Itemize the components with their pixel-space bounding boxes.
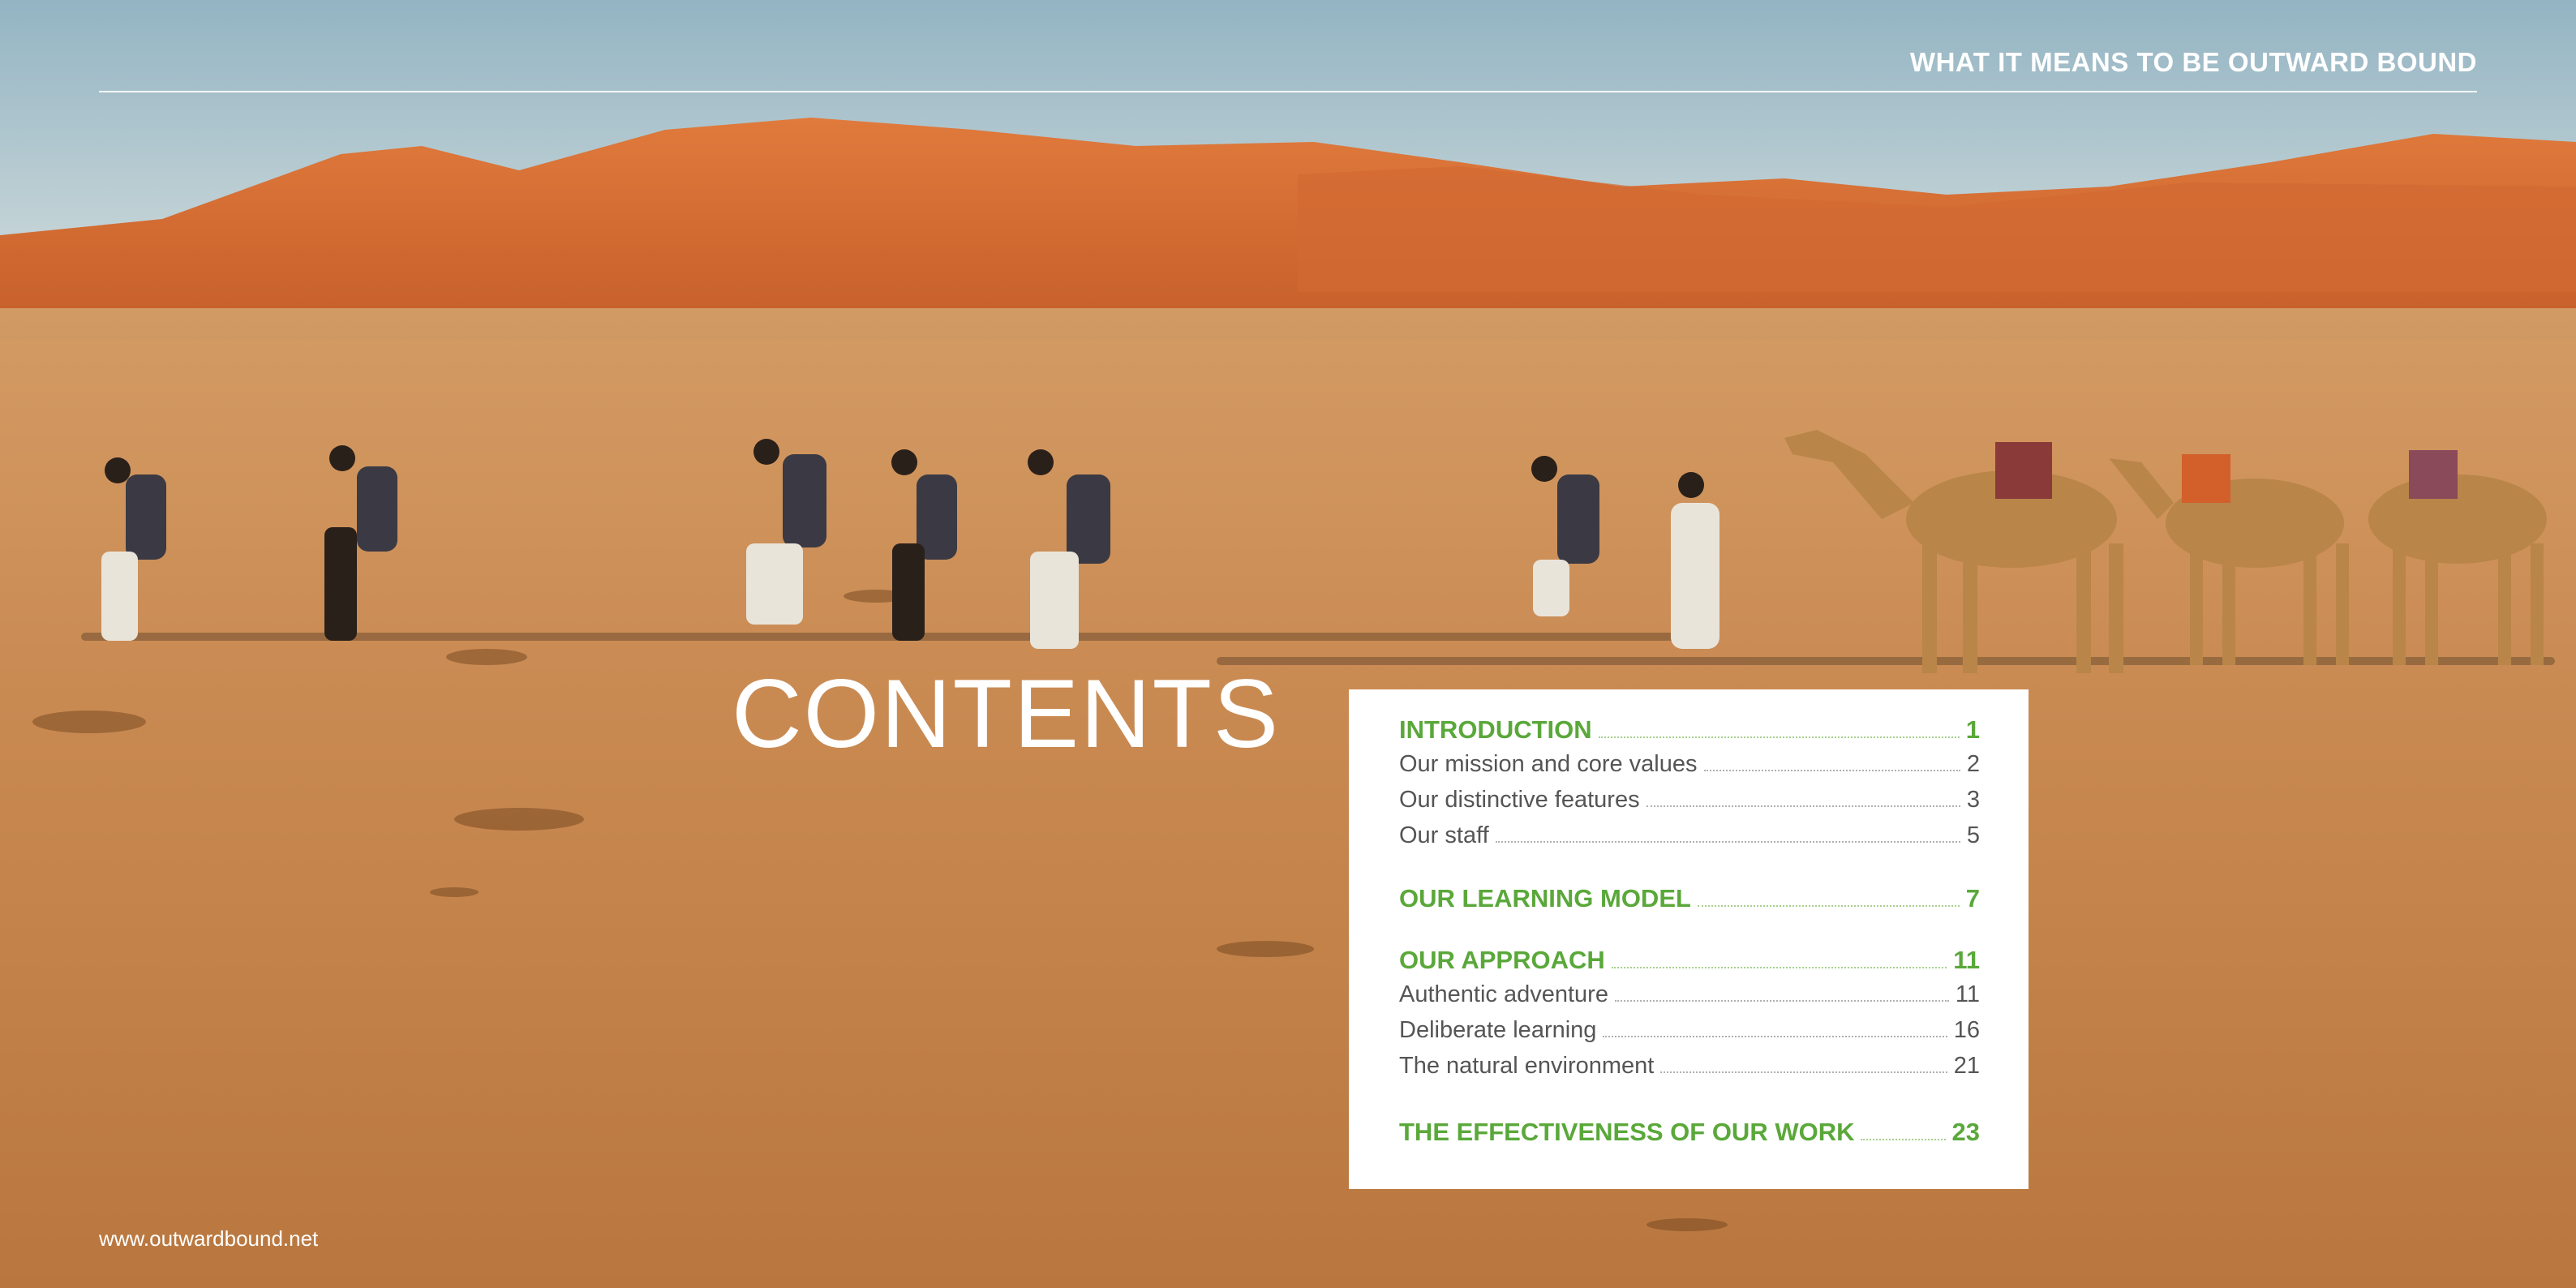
toc-section-title: THE EFFECTIVENESS OF OUR WORK xyxy=(1399,1118,1855,1146)
toc-section-approach[interactable]: OUR APPROACH 11 xyxy=(1399,946,1980,981)
brochure-spread: WHAT IT MEANS TO BE OUTWARD BOUND CONTEN… xyxy=(0,0,2576,1288)
dot-leader xyxy=(1598,736,1960,738)
toc-section-effectiveness[interactable]: THE EFFECTIVENESS OF OUR WORK 23 xyxy=(1399,1118,1980,1153)
toc-item-environment[interactable]: The natural environment 21 xyxy=(1399,1053,1980,1088)
dot-leader xyxy=(1697,905,1960,907)
toc-item-features[interactable]: Our distinctive features 3 xyxy=(1399,787,1980,822)
dot-leader xyxy=(1603,1036,1947,1037)
dot-leader xyxy=(1861,1139,1946,1140)
toc-item-label: Our staff xyxy=(1399,822,1489,848)
toc-page-number: 23 xyxy=(1951,1118,1980,1146)
toc-item-label: Our distinctive features xyxy=(1399,787,1640,813)
dot-leader xyxy=(1646,805,1960,807)
toc-page-number: 7 xyxy=(1965,884,1980,912)
toc-section-title: INTRODUCTION xyxy=(1399,715,1592,744)
toc-section-title: OUR LEARNING MODEL xyxy=(1399,884,1691,912)
desert-photo xyxy=(0,0,2576,1288)
toc-section-introduction[interactable]: INTRODUCTION 1 xyxy=(1399,715,1980,751)
toc-page-number: 2 xyxy=(1966,751,1980,777)
header-rule xyxy=(99,91,2477,92)
toc-item-learning[interactable]: Deliberate learning 16 xyxy=(1399,1017,1980,1053)
toc-section-learning-model[interactable]: OUR LEARNING MODEL 7 xyxy=(1399,884,1980,920)
toc-section-title: OUR APPROACH xyxy=(1399,946,1605,974)
toc-item-label: Our mission and core values xyxy=(1399,751,1698,777)
toc-item-label: Deliberate learning xyxy=(1399,1017,1597,1043)
dot-leader xyxy=(1614,1000,1949,1002)
toc-page-number: 16 xyxy=(1953,1017,1980,1043)
toc-item-mission[interactable]: Our mission and core values 2 xyxy=(1399,751,1980,787)
toc-item-adventure[interactable]: Authentic adventure 11 xyxy=(1399,981,1980,1017)
toc-page-number: 11 xyxy=(1953,946,1980,974)
dot-leader xyxy=(1703,770,1960,771)
header-title: WHAT IT MEANS TO BE OUTWARD BOUND xyxy=(1909,47,2477,77)
dot-leader xyxy=(1495,841,1960,843)
toc-item-label: The natural environment xyxy=(1399,1053,1655,1079)
footer-url[interactable]: www.outwardbound.net xyxy=(99,1226,318,1252)
dot-leader xyxy=(1660,1071,1947,1073)
dot-leader xyxy=(1611,967,1947,968)
toc-page-number: 5 xyxy=(1966,822,1980,848)
toc-page-number: 11 xyxy=(1955,981,1980,1007)
toc-page-number: 21 xyxy=(1953,1053,1980,1079)
toc-item-staff[interactable]: Our staff 5 xyxy=(1399,822,1980,858)
toc-page-number: 3 xyxy=(1966,787,1980,813)
toc-page-number: 1 xyxy=(1965,715,1980,744)
toc-item-label: Authentic adventure xyxy=(1399,981,1608,1007)
table-of-contents: INTRODUCTION 1 Our mission and core valu… xyxy=(1349,689,2029,1189)
contents-heading: CONTENTS xyxy=(732,659,1280,768)
